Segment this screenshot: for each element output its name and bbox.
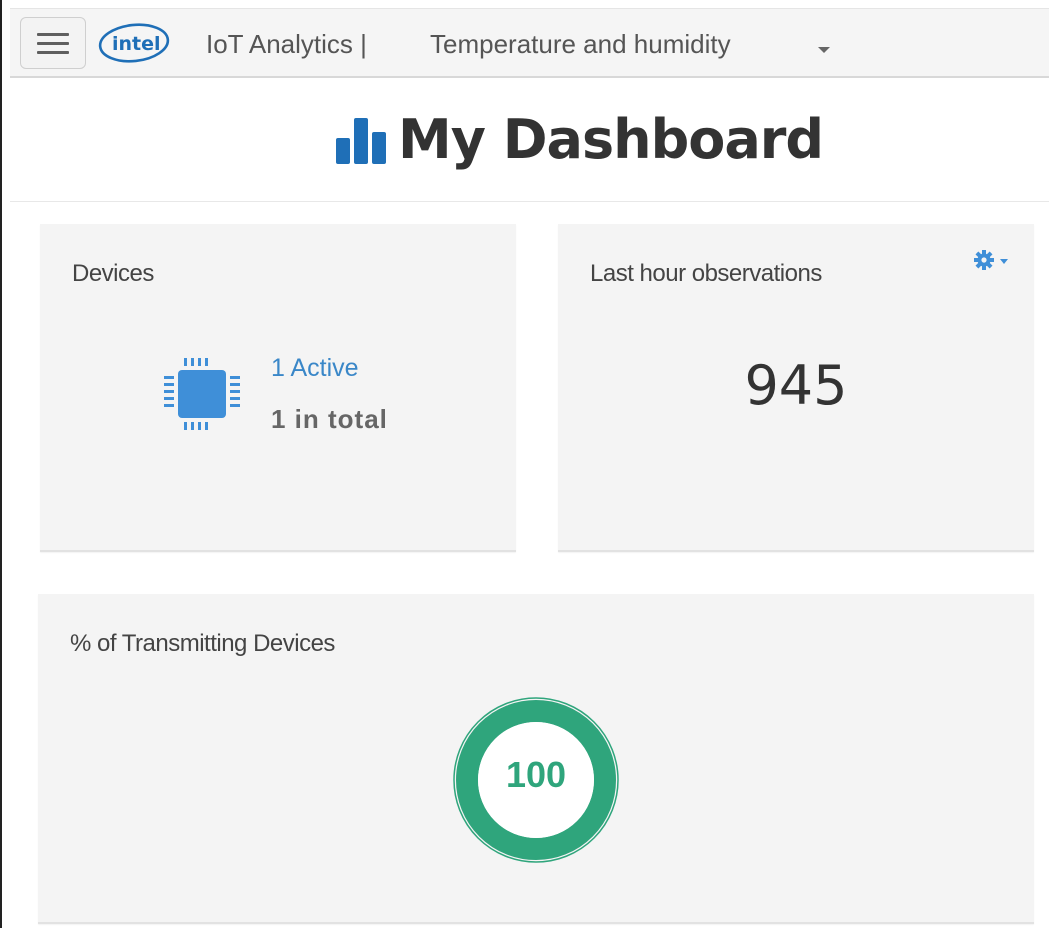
total-devices-label: 1 in total	[271, 404, 388, 434]
intel-logo[interactable]: intel	[98, 21, 170, 65]
chip-icon	[164, 358, 240, 430]
transmitting-card-title: % of Transmitting Devices	[70, 630, 335, 657]
devices-card: Devices 1 Active 1 in total	[40, 224, 516, 552]
devices-card-title: Devices	[72, 260, 154, 287]
active-devices-link[interactable]: 1 Active	[271, 354, 359, 383]
brand-title: IoT Analytics |	[206, 29, 367, 59]
intel-logo-text: intel	[112, 33, 161, 55]
page-header: My Dashboard	[10, 78, 1049, 202]
observations-card-title: Last hour observations	[590, 260, 822, 287]
top-navbar: intel IoT Analytics | Temperature and hu…	[10, 8, 1049, 78]
transmitting-percent-value: 100	[505, 754, 567, 795]
hamburger-menu-icon	[37, 32, 69, 36]
observations-card: Last hour observations 945	[558, 224, 1034, 552]
account-selector[interactable]: Temperature and humidity	[430, 29, 731, 60]
page-title: My Dashboard	[398, 108, 824, 171]
transmitting-card: % of Transmitting Devices 100	[38, 594, 1034, 924]
bar-chart-icon	[336, 118, 386, 164]
gear-icon[interactable]	[972, 248, 1014, 276]
observations-value: 945	[744, 354, 848, 417]
caret-down-icon[interactable]	[818, 47, 830, 53]
hamburger-menu-button[interactable]	[20, 17, 86, 69]
